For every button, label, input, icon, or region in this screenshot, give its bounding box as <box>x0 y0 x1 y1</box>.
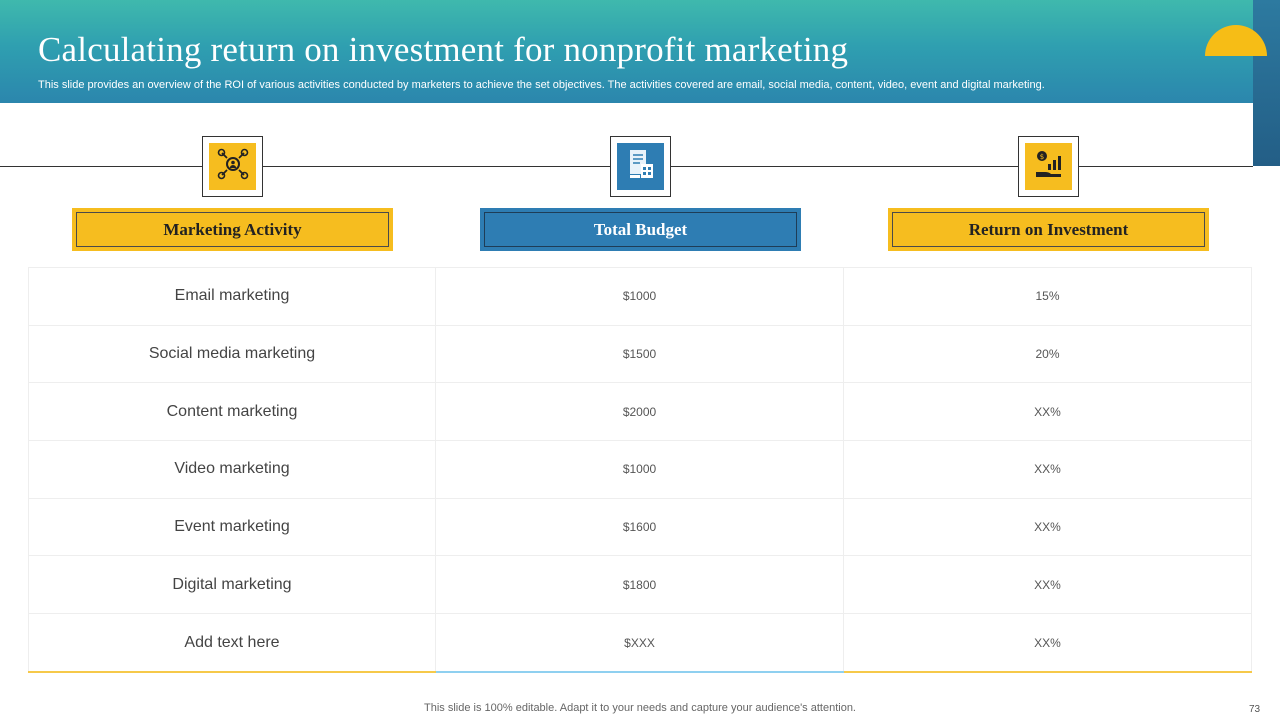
activity-icon-frame <box>202 136 263 197</box>
activity-cell: Social media marketing <box>28 325 436 383</box>
budget-document-icon <box>626 148 656 185</box>
footer-note: This slide is 100% editable. Adapt it to… <box>424 702 856 714</box>
roi-cell: 15% <box>844 268 1252 325</box>
roi-table: Email marketing $1000 15% Social media m… <box>28 267 1252 672</box>
column-header-label: Total Budget <box>484 212 797 247</box>
connector-line <box>263 166 610 167</box>
column-header-budget: Total Budget <box>480 208 801 251</box>
activity-cell: Digital marketing <box>28 556 436 614</box>
table-row: Add text here $XXX XX% <box>28 614 1252 672</box>
activity-cell: Content marketing <box>28 383 436 441</box>
table-row: Content marketing $2000 XX% <box>28 383 1252 442</box>
table-row: Social media marketing $1500 20% <box>28 325 1252 384</box>
connector-line <box>671 166 1018 167</box>
activity-cell: Video marketing <box>28 441 436 498</box>
activity-cell: Event marketing <box>28 498 436 556</box>
hand-money-growth-icon: $ <box>1033 148 1065 185</box>
budget-cell: $1500 <box>436 325 844 383</box>
roi-bottom-line <box>844 671 1252 673</box>
column-header-activity: Marketing Activity <box>72 208 393 251</box>
roi-cell: XX% <box>844 614 1252 672</box>
budget-cell: $1000 <box>436 268 844 325</box>
budget-cell: $1600 <box>436 498 844 556</box>
activity-bottom-line <box>28 671 436 673</box>
budget-cell: $2000 <box>436 383 844 441</box>
roi-cell: 20% <box>844 325 1252 383</box>
activity-cell: Add text here <box>28 614 436 672</box>
table-row: Video marketing $1000 XX% <box>28 441 1252 499</box>
column-header-label: Return on Investment <box>892 212 1205 247</box>
page-title: Calculating return on investment for non… <box>38 30 849 69</box>
budget-cell: $1000 <box>436 441 844 498</box>
header-side-strip <box>1253 0 1280 166</box>
column-header-label: Marketing Activity <box>76 212 389 247</box>
roi-cell: XX% <box>844 498 1252 556</box>
budget-cell: $1800 <box>436 556 844 614</box>
page-subtitle: This slide provides an overview of the R… <box>38 79 1045 91</box>
network-people-icon <box>217 148 249 185</box>
roi-cell: XX% <box>844 441 1252 498</box>
connector-line <box>0 166 202 167</box>
roi-icon-frame: $ <box>1018 136 1079 197</box>
roi-cell: XX% <box>844 556 1252 614</box>
budget-bottom-line <box>436 671 844 673</box>
table-row: Event marketing $1600 XX% <box>28 498 1252 557</box>
activity-cell: Email marketing <box>28 268 436 325</box>
page-number: 73 <box>1249 704 1261 715</box>
table-row: Digital marketing $1800 XX% <box>28 556 1252 615</box>
budget-icon-frame <box>610 136 671 197</box>
column-header-roi: Return on Investment <box>888 208 1209 251</box>
svg-text:$: $ <box>1039 153 1043 161</box>
table-row: Email marketing $1000 15% <box>28 268 1252 326</box>
connector-line <box>1079 166 1253 167</box>
budget-cell: $XXX <box>436 614 844 672</box>
roi-cell: XX% <box>844 383 1252 441</box>
